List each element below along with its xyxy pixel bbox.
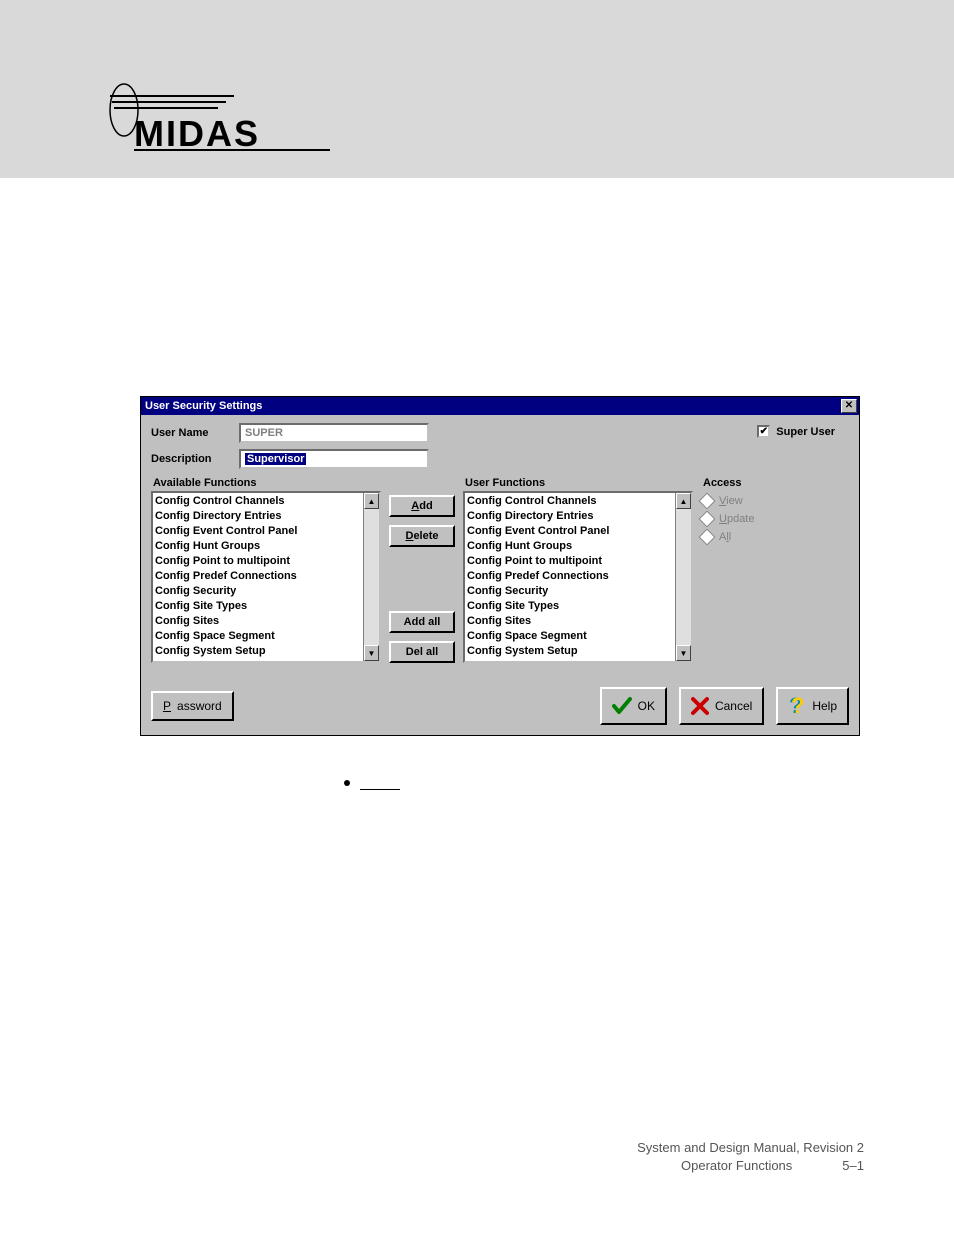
superuser-checkbox[interactable]: ✔ (757, 425, 770, 438)
del-all-button[interactable]: Del all (389, 641, 455, 663)
list-item[interactable]: Config System Setup (155, 644, 361, 659)
user-security-settings-dialog: User Security Settings ✕ User Name SUPER… (140, 396, 860, 736)
footer-line1: System and Design Manual, Revision 2 (637, 1139, 864, 1157)
access-update-radio[interactable]: Update (701, 513, 781, 525)
list-item[interactable]: Config Directory Entries (467, 509, 673, 524)
x-icon (691, 697, 709, 715)
diamond-icon (699, 529, 716, 546)
diamond-icon (699, 493, 716, 510)
username-input[interactable]: SUPER (239, 423, 429, 443)
scrollbar[interactable]: ▲ ▼ (675, 493, 691, 661)
list-item[interactable]: Config Site Types (155, 599, 361, 614)
list-item[interactable]: Config Event Control Panel (155, 524, 361, 539)
svg-text:?: ? (791, 695, 804, 717)
list-item[interactable]: Config Control Channels (155, 494, 361, 509)
page-header-band: MIDAS (0, 0, 954, 178)
footer-section: Operator Functions (681, 1157, 792, 1175)
list-item[interactable]: Config Predef Connections (467, 569, 673, 584)
list-item[interactable]: Config Directory Entries (155, 509, 361, 524)
list-item[interactable]: Config Predef Connections (155, 569, 361, 584)
list-item[interactable]: Config System Setup (467, 644, 673, 659)
midas-logo: MIDAS (106, 80, 336, 160)
delete-button[interactable]: Delete (389, 525, 455, 547)
close-icon[interactable]: ✕ (841, 399, 857, 413)
svg-text:MIDAS: MIDAS (134, 113, 260, 154)
bullet-icon (344, 780, 350, 786)
diamond-icon (699, 511, 716, 528)
list-item[interactable]: Config Security (155, 584, 361, 599)
list-item[interactable]: Config Hunt Groups (467, 539, 673, 554)
question-icon: ? ? (788, 695, 806, 717)
check-icon (612, 697, 632, 715)
list-item[interactable]: Config Site Types (467, 599, 673, 614)
list-item[interactable]: Config Point to multipoint (155, 554, 361, 569)
cancel-button[interactable]: Cancel (679, 687, 764, 725)
help-button[interactable]: ? ? Help (776, 687, 849, 725)
page-footer: System and Design Manual, Revision 2 Ope… (637, 1139, 864, 1175)
list-item[interactable]: Config Point to multipoint (467, 554, 673, 569)
description-label: Description (151, 453, 231, 465)
ok-button[interactable]: OK (600, 687, 667, 725)
access-title: Access (701, 477, 781, 489)
scroll-up-icon[interactable]: ▲ (364, 493, 379, 509)
access-view-radio[interactable]: View (701, 495, 781, 507)
list-item[interactable]: Config Control Channels (467, 494, 673, 509)
list-item[interactable]: Config Video Conferences (467, 659, 673, 661)
list-item[interactable]: Config Security (467, 584, 673, 599)
body-bullet (344, 776, 864, 790)
username-label: User Name (151, 427, 231, 439)
access-all-radio[interactable]: All (701, 531, 781, 543)
list-item[interactable]: Config Space Segment (467, 629, 673, 644)
list-item[interactable]: Config Sites (467, 614, 673, 629)
password-button[interactable]: Password (151, 691, 234, 721)
footer-page-number: 5–1 (842, 1157, 864, 1175)
scroll-up-icon[interactable]: ▲ (676, 493, 691, 509)
user-functions-title: User Functions (463, 477, 693, 489)
user-functions-listbox[interactable]: Config Control ChannelsConfig Directory … (463, 491, 693, 663)
list-item[interactable]: Config Space Segment (155, 629, 361, 644)
add-button[interactable]: Add (389, 495, 455, 517)
dialog-titlebar: User Security Settings ✕ (141, 397, 859, 415)
scroll-down-icon[interactable]: ▼ (676, 645, 691, 661)
scroll-down-icon[interactable]: ▼ (364, 645, 379, 661)
list-item[interactable]: Config Event Control Panel (467, 524, 673, 539)
list-item[interactable]: Config Hunt Groups (155, 539, 361, 554)
list-item[interactable]: Config Sites (155, 614, 361, 629)
dialog-title: User Security Settings (145, 400, 841, 412)
available-functions-listbox[interactable]: Config Control ChannelsConfig Directory … (151, 491, 381, 663)
list-item[interactable]: Config Video Conferences (155, 659, 361, 661)
add-all-button[interactable]: Add all (389, 611, 455, 633)
description-input[interactable]: Supervisor (239, 449, 429, 469)
superuser-label: Super User (776, 426, 835, 438)
available-functions-title: Available Functions (151, 477, 381, 489)
scrollbar[interactable]: ▲ ▼ (363, 493, 379, 661)
